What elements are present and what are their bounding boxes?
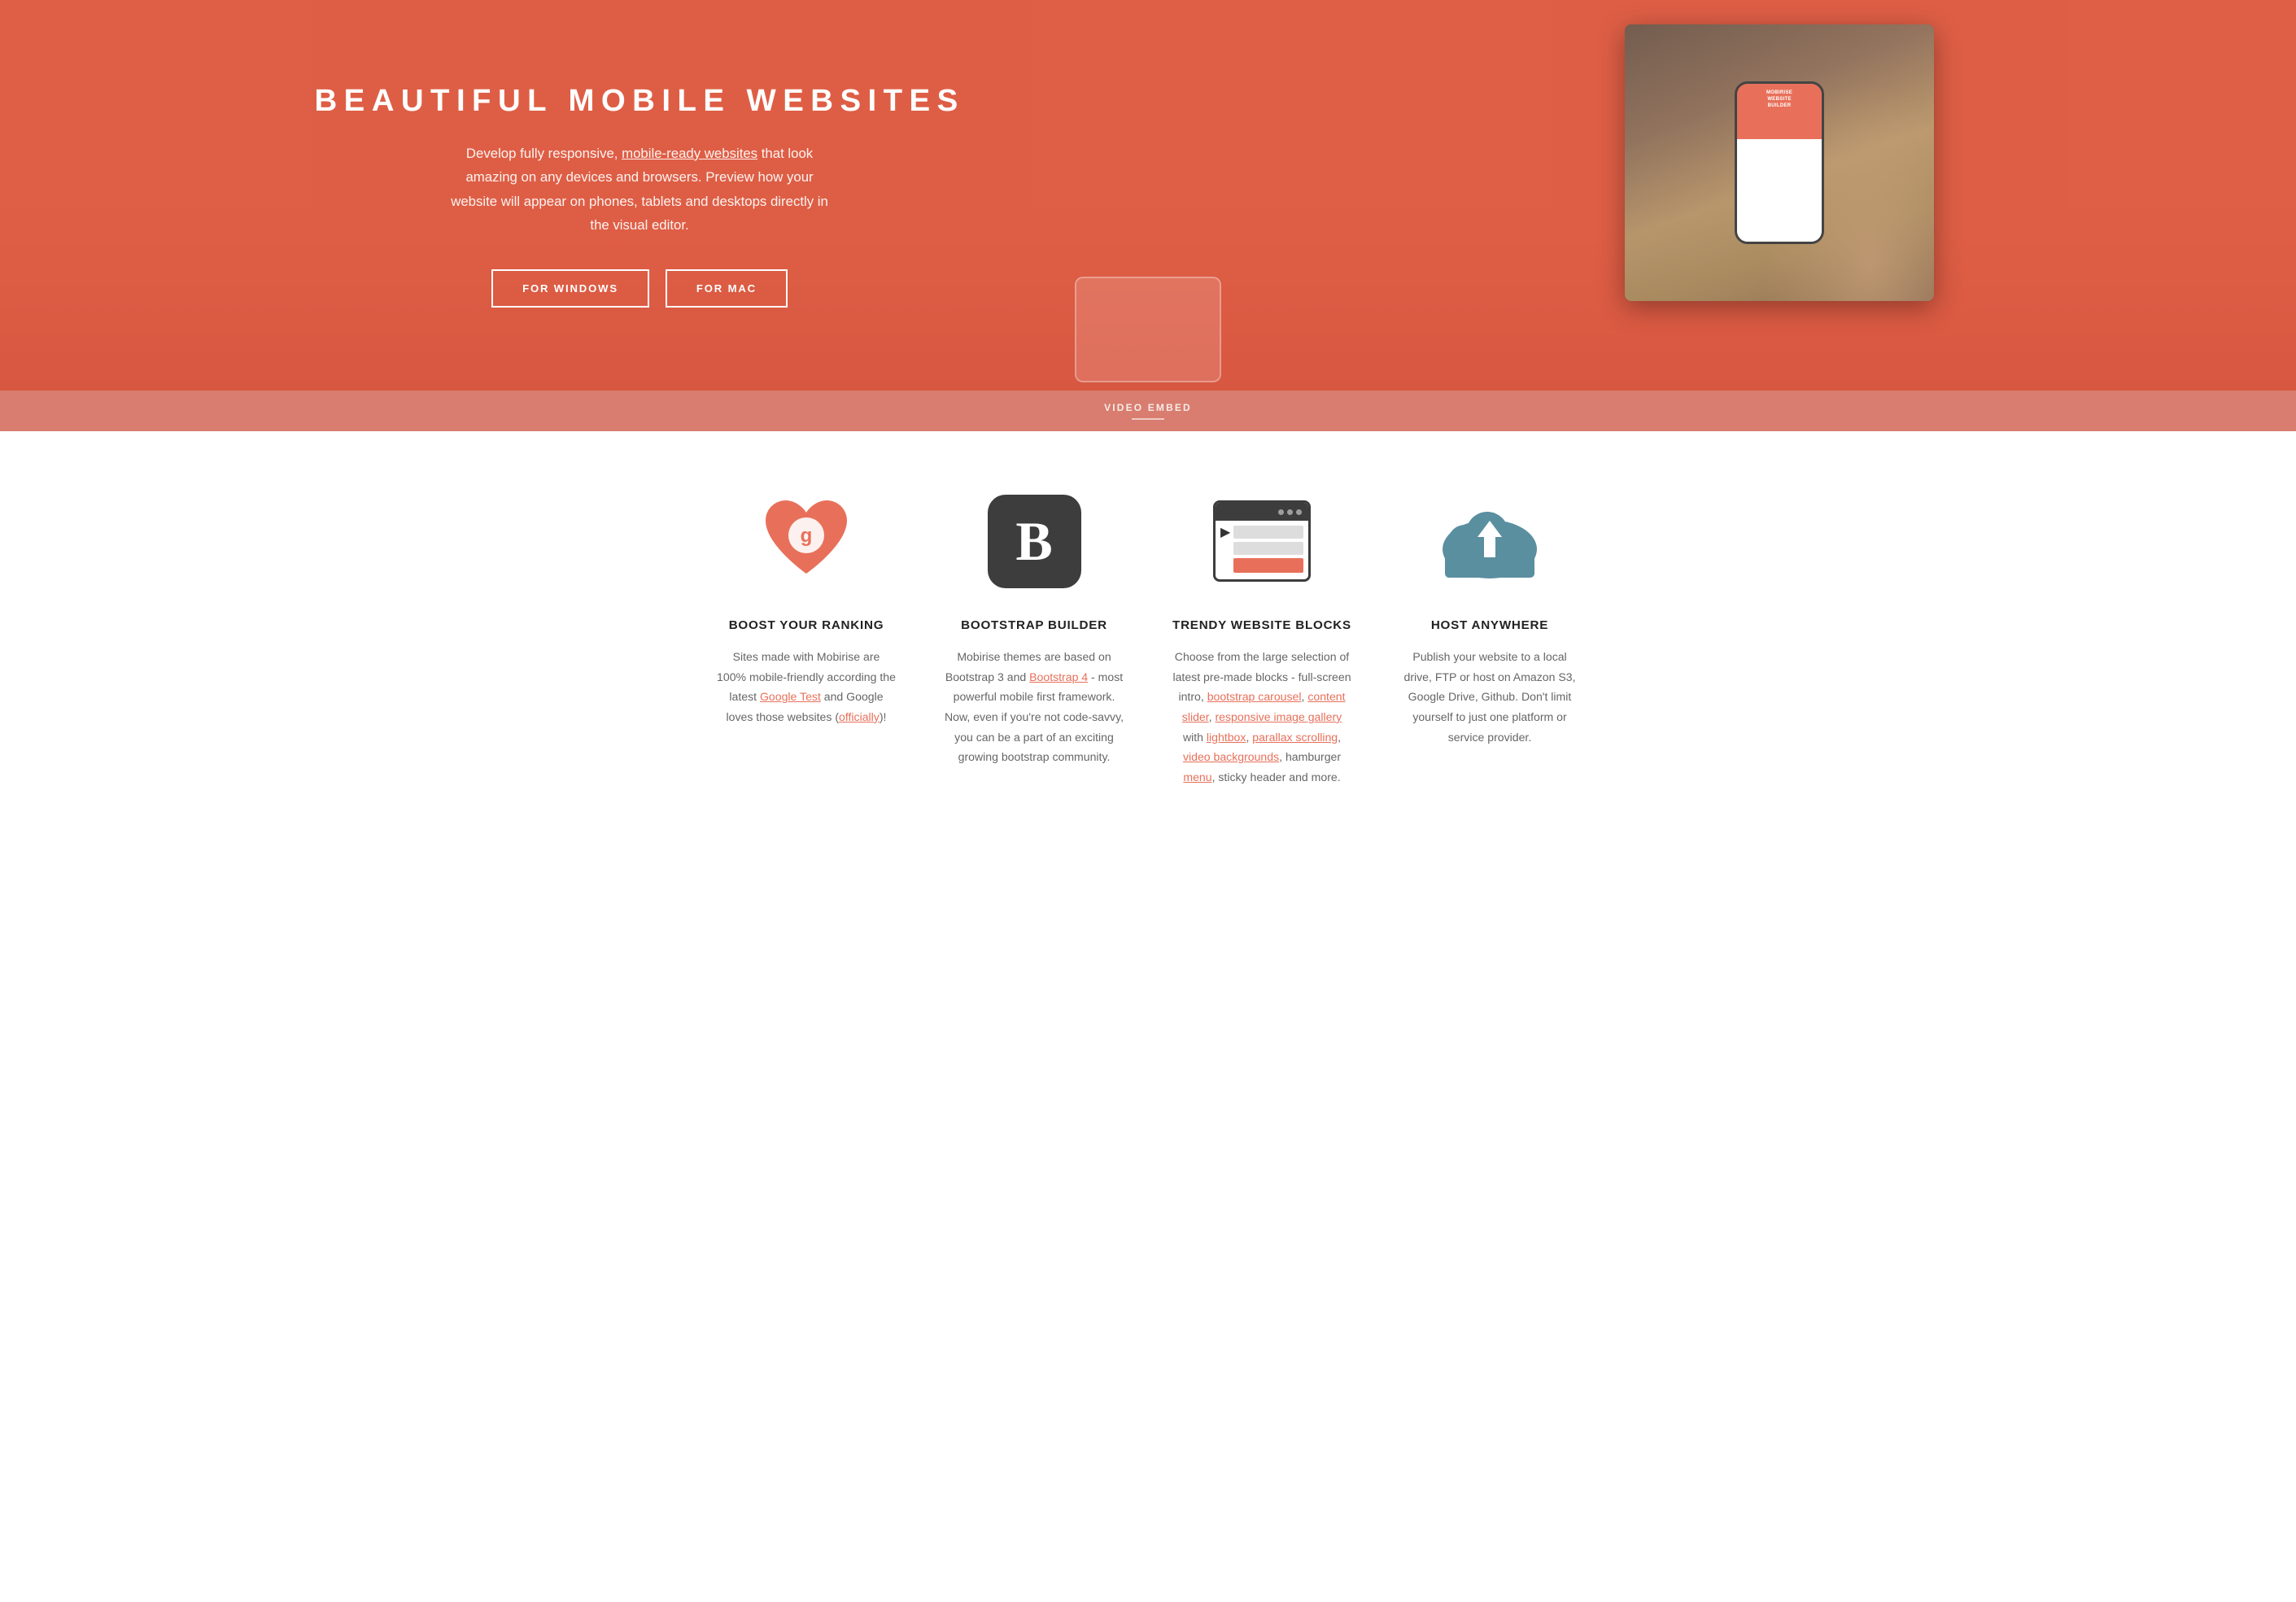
phone-screen: MOBIRISEWEBSITEBUILDER [1737,84,1822,242]
browser-row-accent [1233,558,1303,573]
browser-dot-1 [1278,509,1284,515]
video-embed-line [1132,418,1164,420]
hero-desc-link[interactable]: mobile-ready websites [622,146,757,161]
browser-dot-3 [1296,509,1302,515]
feature-icon-host-wrap [1437,488,1543,594]
feature-title-ranking: BOOST YOUR RANKING [717,618,896,632]
menu-link[interactable]: menu [1183,770,1211,784]
officially-link[interactable]: officially [839,710,880,723]
feature-title-host: HOST ANYWHERE [1400,618,1579,632]
video-bg-link[interactable]: video backgrounds [1183,750,1279,763]
phone-device: MOBIRISEWEBSITEBUILDER [1735,81,1824,244]
feature-desc-bootstrap-p2: - most powerful mobile first framework. … [945,670,1124,764]
hero-description: Develop fully responsive, mobile-ready w… [444,142,835,238]
image-gallery-link[interactable]: responsive image gallery [1215,710,1342,723]
hero-right-panel: MOBIRISEWEBSITEBUILDER [1263,0,2296,391]
google-heart-icon: g [757,496,855,586]
features-section: g BOOST YOUR RANKING Sites made with Mob… [0,431,2296,836]
windows-button[interactable]: FOR WINDOWS [491,269,649,308]
phone-mockup-inner: MOBIRISEWEBSITEBUILDER [1625,24,1934,301]
feature-desc-blocks: Choose from the large selection of lates… [1172,647,1351,787]
feature-col-host: HOST ANYWHERE Publish your website to a … [1376,488,1604,787]
hero-buttons: FOR WINDOWS FOR MAC [491,269,788,308]
parallax-link[interactable]: parallax scrolling [1252,731,1338,744]
phone-mockup: MOBIRISEWEBSITEBUILDER [1625,24,1934,301]
hero-left-panel: BEAUTIFUL MOBILE WEBSITES Develop fully … [0,0,1263,391]
browser-dot-2 [1287,509,1293,515]
feature-icon-ranking-wrap: g [753,488,859,594]
feature-title-blocks: TRENDY WEBSITE BLOCKS [1172,618,1351,632]
phone-screen-title: MOBIRISEWEBSITEBUILDER [1741,90,1818,109]
hero-desc-prefix: Develop fully responsive, [466,146,622,161]
svg-text:g: g [801,525,813,547]
feature-icon-bootstrap-wrap: B [981,488,1087,594]
google-test-link[interactable]: Google Test [760,690,821,703]
feature-title-bootstrap: BOOTSTRAP BUILDER [945,618,1124,632]
feature-desc-ranking: Sites made with Mobirise are 100% mobile… [717,647,896,727]
bootstrap-icon: B [988,495,1081,588]
browser-row-1 [1233,526,1303,539]
feature-col-blocks: ▶ TRENDY WEBSITE BLOCKS Choose from the … [1148,488,1376,787]
browser-row-2 [1233,542,1303,555]
feature-desc-bootstrap: Mobirise themes are based on Bootstrap 3… [945,647,1124,767]
feature-col-bootstrap: B BOOTSTRAP BUILDER Mobirise themes are … [920,488,1148,787]
cloud-upload-icon [1437,500,1543,582]
browser-body: ▶ [1216,521,1308,578]
bootstrap4-link[interactable]: Bootstrap 4 [1029,670,1088,683]
browser-bar [1216,503,1308,521]
lightbox-link[interactable]: lightbox [1207,731,1246,744]
feature-icon-blocks-wrap: ▶ [1209,488,1315,594]
hero-section: BEAUTIFUL MOBILE WEBSITES Develop fully … [0,0,2296,391]
feature-desc-host: Publish your website to a local drive, F… [1400,647,1579,747]
feature-col-ranking: g BOOST YOUR RANKING Sites made with Mob… [692,488,920,787]
video-embed-bar: VIDEO EMBED [0,391,2296,431]
hero-title: BEAUTIFUL MOBILE WEBSITES [314,83,964,119]
browser-blocks-icon: ▶ [1213,500,1311,582]
carousel-link[interactable]: bootstrap carousel [1207,690,1302,703]
video-embed-label: VIDEO EMBED [11,402,2285,413]
feature-desc-ranking-p3: )! [880,710,887,723]
mac-button[interactable]: FOR MAC [666,269,788,308]
